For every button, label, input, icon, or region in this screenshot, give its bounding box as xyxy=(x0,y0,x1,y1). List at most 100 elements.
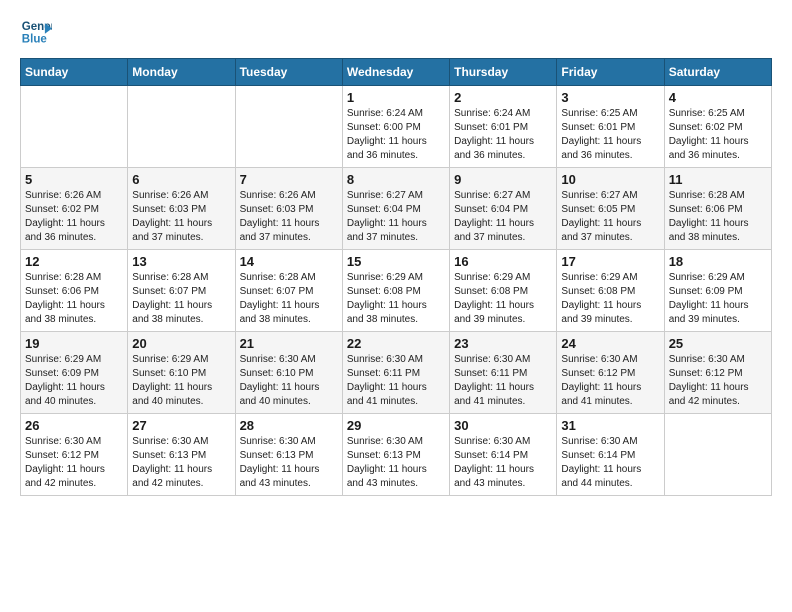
calendar-week-2: 5 Sunrise: 6:26 AM Sunset: 6:02 PM Daylig… xyxy=(21,168,772,250)
day-info: Sunrise: 6:30 AM Sunset: 6:14 PM Dayligh… xyxy=(454,435,552,491)
day-number: 28 xyxy=(240,418,338,433)
calendar-cell xyxy=(664,414,771,496)
day-info: Sunrise: 6:27 AM Sunset: 6:05 PM Dayligh… xyxy=(561,189,659,245)
calendar-cell: 24 Sunrise: 6:30 AM Sunset: 6:12 PM Dayli… xyxy=(557,332,664,414)
calendar-cell: 15 Sunrise: 6:29 AM Sunset: 6:08 PM Dayli… xyxy=(342,250,449,332)
day-number: 14 xyxy=(240,254,338,269)
day-info: Sunrise: 6:29 AM Sunset: 6:09 PM Dayligh… xyxy=(25,353,123,409)
day-info: Sunrise: 6:26 AM Sunset: 6:02 PM Dayligh… xyxy=(25,189,123,245)
day-number: 26 xyxy=(25,418,123,433)
calendar-cell: 3 Sunrise: 6:25 AM Sunset: 6:01 PM Daylig… xyxy=(557,86,664,168)
page-header: General Blue xyxy=(20,16,772,48)
calendar-cell: 25 Sunrise: 6:30 AM Sunset: 6:12 PM Dayli… xyxy=(664,332,771,414)
calendar-cell xyxy=(21,86,128,168)
day-info: Sunrise: 6:27 AM Sunset: 6:04 PM Dayligh… xyxy=(454,189,552,245)
day-number: 7 xyxy=(240,172,338,187)
day-info: Sunrise: 6:30 AM Sunset: 6:13 PM Dayligh… xyxy=(347,435,445,491)
day-info: Sunrise: 6:30 AM Sunset: 6:14 PM Dayligh… xyxy=(561,435,659,491)
weekday-header-friday: Friday xyxy=(557,59,664,86)
day-info: Sunrise: 6:29 AM Sunset: 6:08 PM Dayligh… xyxy=(561,271,659,327)
calendar-cell: 5 Sunrise: 6:26 AM Sunset: 6:02 PM Daylig… xyxy=(21,168,128,250)
day-number: 25 xyxy=(669,336,767,351)
calendar-cell xyxy=(128,86,235,168)
calendar-cell: 27 Sunrise: 6:30 AM Sunset: 6:13 PM Dayli… xyxy=(128,414,235,496)
day-number: 16 xyxy=(454,254,552,269)
day-info: Sunrise: 6:25 AM Sunset: 6:01 PM Dayligh… xyxy=(561,107,659,163)
day-info: Sunrise: 6:26 AM Sunset: 6:03 PM Dayligh… xyxy=(240,189,338,245)
calendar-cell: 29Sunrise: 6:30 AM Sunset: 6:13 PM Dayli… xyxy=(342,414,449,496)
calendar-week-5: 26Sunrise: 6:30 AM Sunset: 6:12 PM Dayli… xyxy=(21,414,772,496)
day-info: Sunrise: 6:30 AM Sunset: 6:12 PM Dayligh… xyxy=(561,353,659,409)
day-number: 30 xyxy=(454,418,552,433)
calendar-cell: 20 Sunrise: 6:29 AM Sunset: 6:10 PM Dayli… xyxy=(128,332,235,414)
day-info: Sunrise: 6:26 AM Sunset: 6:03 PM Dayligh… xyxy=(132,189,230,245)
day-number: 2 xyxy=(454,90,552,105)
calendar-cell: 2 Sunrise: 6:24 AM Sunset: 6:01 PM Daylig… xyxy=(450,86,557,168)
calendar-cell: 13Sunrise: 6:28 AM Sunset: 6:07 PM Dayli… xyxy=(128,250,235,332)
calendar-cell: 14 Sunrise: 6:28 AM Sunset: 6:07 PM Dayli… xyxy=(235,250,342,332)
calendar-cell: 6 Sunrise: 6:26 AM Sunset: 6:03 PM Daylig… xyxy=(128,168,235,250)
day-info: Sunrise: 6:30 AM Sunset: 6:12 PM Dayligh… xyxy=(669,353,767,409)
calendar-cell: 23 Sunrise: 6:30 AM Sunset: 6:11 PM Dayli… xyxy=(450,332,557,414)
day-number: 23 xyxy=(454,336,552,351)
calendar-cell xyxy=(235,86,342,168)
calendar-cell: 4 Sunrise: 6:25 AM Sunset: 6:02 PM Daylig… xyxy=(664,86,771,168)
day-number: 4 xyxy=(669,90,767,105)
day-number: 18 xyxy=(669,254,767,269)
day-info: Sunrise: 6:29 AM Sunset: 6:09 PM Dayligh… xyxy=(669,271,767,327)
day-info: Sunrise: 6:30 AM Sunset: 6:11 PM Dayligh… xyxy=(454,353,552,409)
day-number: 11 xyxy=(669,172,767,187)
weekday-header-thursday: Thursday xyxy=(450,59,557,86)
logo-icon: General Blue xyxy=(20,16,52,48)
calendar-cell: 21 Sunrise: 6:30 AM Sunset: 6:10 PM Dayli… xyxy=(235,332,342,414)
calendar-table: SundayMondayTuesdayWednesdayThursdayFrid… xyxy=(20,58,772,496)
day-info: Sunrise: 6:28 AM Sunset: 6:07 PM Dayligh… xyxy=(240,271,338,327)
calendar-cell: 19Sunrise: 6:29 AM Sunset: 6:09 PM Dayli… xyxy=(21,332,128,414)
calendar-cell: 12 Sunrise: 6:28 AM Sunset: 6:06 PM Dayli… xyxy=(21,250,128,332)
day-info: Sunrise: 6:27 AM Sunset: 6:04 PM Dayligh… xyxy=(347,189,445,245)
day-info: Sunrise: 6:30 AM Sunset: 6:13 PM Dayligh… xyxy=(132,435,230,491)
day-number: 3 xyxy=(561,90,659,105)
weekday-header-tuesday: Tuesday xyxy=(235,59,342,86)
day-number: 10 xyxy=(561,172,659,187)
calendar-week-1: 1 Sunrise: 6:24 AM Sunset: 6:00 PM Daylig… xyxy=(21,86,772,168)
calendar-cell: 26Sunrise: 6:30 AM Sunset: 6:12 PM Dayli… xyxy=(21,414,128,496)
day-number: 24 xyxy=(561,336,659,351)
day-number: 15 xyxy=(347,254,445,269)
day-number: 17 xyxy=(561,254,659,269)
day-number: 6 xyxy=(132,172,230,187)
calendar-cell: 8Sunrise: 6:27 AM Sunset: 6:04 PM Daylig… xyxy=(342,168,449,250)
calendar-cell: 28Sunrise: 6:30 AM Sunset: 6:13 PM Dayli… xyxy=(235,414,342,496)
day-number: 13 xyxy=(132,254,230,269)
day-info: Sunrise: 6:24 AM Sunset: 6:00 PM Dayligh… xyxy=(347,107,445,163)
day-number: 22 xyxy=(347,336,445,351)
logo: General Blue xyxy=(20,16,56,48)
calendar-cell: 31Sunrise: 6:30 AM Sunset: 6:14 PM Dayli… xyxy=(557,414,664,496)
day-info: Sunrise: 6:24 AM Sunset: 6:01 PM Dayligh… xyxy=(454,107,552,163)
calendar-cell: 22Sunrise: 6:30 AM Sunset: 6:11 PM Dayli… xyxy=(342,332,449,414)
calendar-header: SundayMondayTuesdayWednesdayThursdayFrid… xyxy=(21,59,772,86)
day-info: Sunrise: 6:28 AM Sunset: 6:06 PM Dayligh… xyxy=(25,271,123,327)
day-info: Sunrise: 6:28 AM Sunset: 6:06 PM Dayligh… xyxy=(669,189,767,245)
svg-text:Blue: Blue xyxy=(22,34,48,46)
calendar-cell: 11 Sunrise: 6:28 AM Sunset: 6:06 PM Dayli… xyxy=(664,168,771,250)
calendar-cell: 17 Sunrise: 6:29 AM Sunset: 6:08 PM Dayli… xyxy=(557,250,664,332)
calendar-cell: 30 Sunrise: 6:30 AM Sunset: 6:14 PM Dayli… xyxy=(450,414,557,496)
day-number: 1 xyxy=(347,90,445,105)
day-number: 5 xyxy=(25,172,123,187)
weekday-header-sunday: Sunday xyxy=(21,59,128,86)
day-number: 9 xyxy=(454,172,552,187)
day-number: 21 xyxy=(240,336,338,351)
day-info: Sunrise: 6:30 AM Sunset: 6:10 PM Dayligh… xyxy=(240,353,338,409)
weekday-header-wednesday: Wednesday xyxy=(342,59,449,86)
day-number: 20 xyxy=(132,336,230,351)
day-info: Sunrise: 6:25 AM Sunset: 6:02 PM Dayligh… xyxy=(669,107,767,163)
calendar-cell: 10 Sunrise: 6:27 AM Sunset: 6:05 PM Dayli… xyxy=(557,168,664,250)
calendar-cell: 16Sunrise: 6:29 AM Sunset: 6:08 PM Dayli… xyxy=(450,250,557,332)
day-info: Sunrise: 6:29 AM Sunset: 6:08 PM Dayligh… xyxy=(347,271,445,327)
day-number: 27 xyxy=(132,418,230,433)
weekday-header-monday: Monday xyxy=(128,59,235,86)
day-number: 12 xyxy=(25,254,123,269)
day-info: Sunrise: 6:29 AM Sunset: 6:10 PM Dayligh… xyxy=(132,353,230,409)
calendar-week-4: 19Sunrise: 6:29 AM Sunset: 6:09 PM Dayli… xyxy=(21,332,772,414)
